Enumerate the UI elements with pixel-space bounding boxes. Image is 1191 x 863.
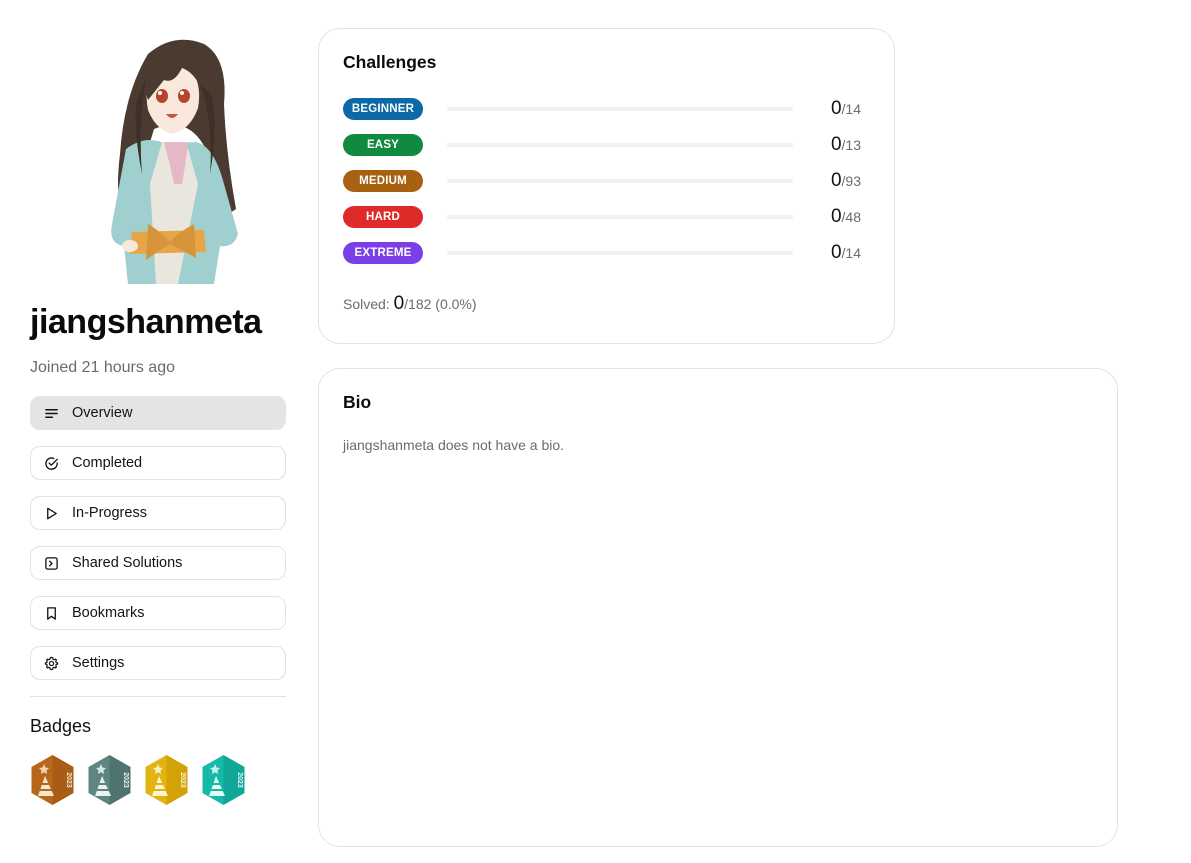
menu-lines-icon bbox=[44, 406, 59, 421]
progress-track bbox=[447, 215, 793, 219]
difficulty-pill[interactable]: EXTREME bbox=[343, 242, 423, 264]
avatar bbox=[111, 39, 238, 284]
difficulty-row-beginner: BEGINNER 0/14 bbox=[343, 98, 873, 120]
nav-label: Shared Solutions bbox=[72, 555, 183, 571]
nav-item-overview[interactable]: Overview bbox=[30, 396, 286, 430]
nav-item-completed[interactable]: Completed bbox=[30, 446, 286, 480]
sidebar-divider bbox=[30, 696, 286, 697]
nav-label: Bookmarks bbox=[72, 605, 145, 621]
difficulty-pill[interactable]: MEDIUM bbox=[343, 170, 423, 192]
difficulty-row-easy: EASY 0/13 bbox=[343, 134, 873, 156]
nav-item-shared-solutions[interactable]: Shared Solutions bbox=[30, 546, 286, 580]
bio-title: Bio bbox=[343, 392, 372, 412]
progress-track bbox=[447, 251, 793, 255]
badge-year: 2023 bbox=[122, 772, 129, 788]
gold-2023-badge[interactable]: 2023 bbox=[144, 754, 189, 806]
difficulty-row-medium: MEDIUM 0/93 bbox=[343, 170, 873, 192]
difficulty-count: 0/14 bbox=[830, 242, 861, 263]
nav-item-settings[interactable]: Settings bbox=[30, 646, 286, 680]
difficulty-pill[interactable]: EASY bbox=[343, 134, 423, 156]
badge-year: 2023 bbox=[65, 772, 72, 788]
bio-card: Bio jiangshanmeta does not have a bio. bbox=[318, 368, 1118, 847]
challenges-title: Challenges bbox=[343, 52, 437, 72]
play-icon bbox=[44, 506, 59, 521]
difficulty-pill[interactable]: HARD bbox=[343, 206, 423, 228]
silver-2023-badge[interactable]: 2023 bbox=[87, 754, 132, 806]
difficulty-count: 0/14 bbox=[830, 98, 861, 119]
nav-item-in-progress[interactable]: In-Progress bbox=[30, 496, 286, 530]
difficulty-row-hard: HARD 0/48 bbox=[343, 206, 873, 228]
progress-track bbox=[447, 143, 793, 147]
bookmark-icon bbox=[44, 606, 59, 621]
bronze-2023-badge[interactable]: 2023 bbox=[30, 754, 75, 806]
difficulty-row-extreme: EXTREME 0/14 bbox=[343, 242, 873, 264]
badge-year: 2023 bbox=[179, 772, 186, 788]
progress-track bbox=[447, 107, 793, 111]
badges-title: Badges bbox=[30, 716, 92, 736]
check-circle-icon bbox=[44, 456, 59, 471]
difficulty-count: 0/93 bbox=[830, 170, 861, 191]
bio-text: jiangshanmeta does not have a bio. bbox=[343, 437, 565, 453]
challenges-card: Challenges BEGINNER 0/14 EASY 0/13 MEDIU… bbox=[318, 28, 895, 344]
badges-list: 2023 2023 2023 2023 bbox=[30, 754, 246, 806]
username: jiangshanmeta bbox=[30, 303, 262, 341]
gear-icon bbox=[44, 656, 59, 671]
nav-label: Completed bbox=[72, 455, 143, 471]
difficulty-pill[interactable]: BEGINNER bbox=[343, 98, 423, 120]
joined-date: Joined 21 hours ago bbox=[30, 359, 175, 376]
profile-nav: Overview Completed In-Progress Shared So… bbox=[30, 396, 286, 696]
badge-year: 2023 bbox=[236, 772, 243, 788]
difficulty-count: 0/13 bbox=[830, 134, 861, 155]
solved-summary: Solved: 0/182 (0.0%) bbox=[343, 293, 477, 314]
teal-2023-badge[interactable]: 2023 bbox=[201, 754, 246, 806]
difficulty-count: 0/48 bbox=[830, 206, 861, 227]
nav-label: Overview bbox=[72, 405, 133, 421]
nav-label: In-Progress bbox=[72, 505, 147, 521]
nav-label: Settings bbox=[72, 655, 125, 671]
terminal-square-icon bbox=[44, 556, 59, 571]
nav-item-bookmarks[interactable]: Bookmarks bbox=[30, 596, 286, 630]
progress-track bbox=[447, 179, 793, 183]
